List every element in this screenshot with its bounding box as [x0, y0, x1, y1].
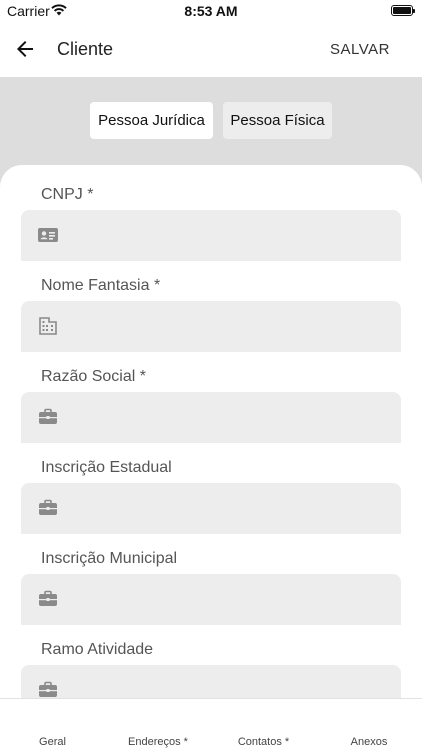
nome-fantasia-label: Nome Fantasia * [41, 277, 161, 294]
tab-contatos[interactable]: Contatos * [211, 699, 316, 750]
cnpj-label: CNPJ * [41, 186, 94, 203]
tab-anexos[interactable]: Anexos [316, 699, 422, 750]
ramo-atividade-label: Ramo Atividade [41, 641, 154, 658]
cnpj-input[interactable] [21, 210, 401, 261]
pessoa-fisica-toggle[interactable]: Pessoa Física [223, 102, 332, 139]
save-button[interactable]: SALVAR [322, 34, 398, 64]
tab-geral[interactable]: Geral [0, 699, 105, 750]
tab-enderecos-label: Endereços * [128, 736, 188, 748]
form-card: CNPJ * Nome Fantasia * Razão Social * In… [0, 165, 422, 698]
clock: 8:53 AM [184, 3, 238, 19]
briefcase-icon [39, 499, 57, 515]
app-bar: Cliente SALVAR [0, 22, 422, 77]
tab-geral-label: Geral [39, 736, 66, 748]
tab-contatos-label: Contatos * [237, 736, 290, 748]
inscricao-estadual-input[interactable] [21, 483, 401, 534]
briefcase-icon [39, 590, 57, 606]
page-title: Cliente [57, 39, 114, 59]
nome-fantasia-input[interactable] [21, 301, 401, 352]
bottom-tab-bar: Geral Endereços * Contatos * Anexos [0, 698, 422, 750]
razao-social-label: Razão Social * [41, 368, 146, 385]
back-arrow-icon[interactable] [13, 37, 37, 61]
briefcase-icon [39, 408, 57, 424]
inscricao-estadual-label: Inscrição Estadual [41, 459, 172, 476]
tab-enderecos[interactable]: Endereços * [105, 699, 211, 750]
briefcase-icon [39, 681, 57, 697]
tab-anexos-label: Anexos [350, 736, 388, 748]
pessoa-juridica-toggle[interactable]: Pessoa Jurídica [90, 102, 213, 139]
building-icon [39, 317, 57, 335]
ramo-atividade-input[interactable] [21, 665, 401, 698]
razao-social-input[interactable] [21, 392, 401, 443]
status-bar: Carrier 8:53 AM [0, 0, 422, 22]
inscricao-municipal-input[interactable] [21, 574, 401, 625]
inscricao-municipal-label: Inscrição Municipal [41, 550, 178, 567]
id-card-icon [38, 228, 58, 242]
battery-icon [391, 5, 415, 16]
